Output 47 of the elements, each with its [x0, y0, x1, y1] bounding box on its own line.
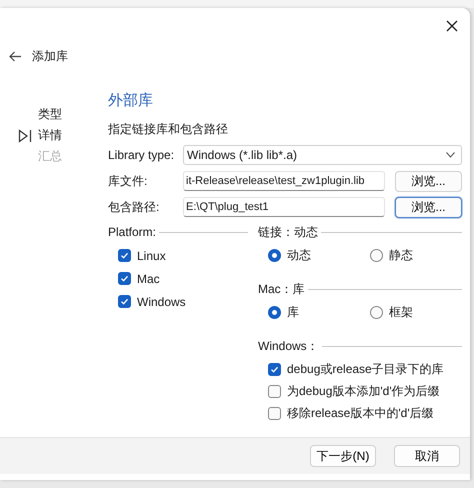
checkbox-label: Linux	[137, 248, 166, 262]
radio-button[interactable]	[370, 249, 383, 262]
radio-label: 库	[287, 304, 299, 321]
browse-button[interactable]: 浏览...	[395, 196, 462, 218]
checkbox[interactable]	[268, 407, 281, 420]
radio-label: 动态	[287, 247, 311, 264]
chevron-down-icon	[446, 152, 455, 158]
check-icon	[120, 251, 129, 260]
library-type-dropdown[interactable]: Windows (*.lib lib*.a)	[183, 145, 462, 165]
back-arrow-icon[interactable]	[9, 51, 22, 62]
path-field[interactable]: it-Release\release\test_zw1plugin.lib	[183, 171, 385, 191]
browse-button[interactable]: 浏览...	[395, 170, 462, 192]
path-field[interactable]: E:\QT\plug_test1	[183, 197, 385, 217]
page-description: 指定链接库和包含路径	[108, 121, 229, 138]
next-button[interactable]: 下一步(N)	[310, 445, 376, 467]
checkbox[interactable]	[118, 272, 131, 285]
wizard-step: 汇总	[38, 148, 62, 165]
check-icon	[120, 297, 129, 306]
radio-label: 框架	[389, 304, 413, 321]
checkbox-label: 为debug版本添加'd'作为后缀	[287, 383, 440, 400]
group-title: Mac：库	[258, 280, 305, 298]
wizard-step: 详情	[38, 127, 62, 144]
field-label: 库文件:	[108, 172, 148, 190]
close-icon	[446, 20, 458, 32]
checkbox[interactable]	[118, 295, 131, 308]
radio-button[interactable]	[268, 306, 281, 319]
radio-button[interactable]	[370, 306, 383, 319]
cancel-button[interactable]: 取消	[394, 445, 460, 467]
group-title: Platform:	[108, 225, 156, 239]
field-label: Library type:	[108, 148, 176, 162]
check-icon	[270, 365, 279, 374]
group-title: 链接：动态	[258, 224, 318, 240]
checkbox[interactable]	[268, 363, 281, 376]
field-label: 包含路径:	[108, 198, 160, 216]
checkbox-label: debug或release子目录下的库	[287, 361, 444, 378]
wizard-step: 类型	[38, 106, 62, 123]
window-title: 添加库	[32, 48, 68, 65]
check-icon	[120, 274, 129, 283]
radio-label: 静态	[389, 247, 413, 264]
page-heading: 外部库	[108, 91, 154, 111]
checkbox-label: Windows	[137, 294, 186, 308]
checkbox[interactable]	[118, 249, 131, 262]
group-title: Windows：	[258, 338, 319, 354]
checkbox-label: 移除release版本中的'd'后缀	[287, 405, 434, 422]
checkbox[interactable]	[268, 385, 281, 398]
radio-button[interactable]	[268, 249, 281, 262]
checkbox-label: Mac	[137, 272, 160, 286]
